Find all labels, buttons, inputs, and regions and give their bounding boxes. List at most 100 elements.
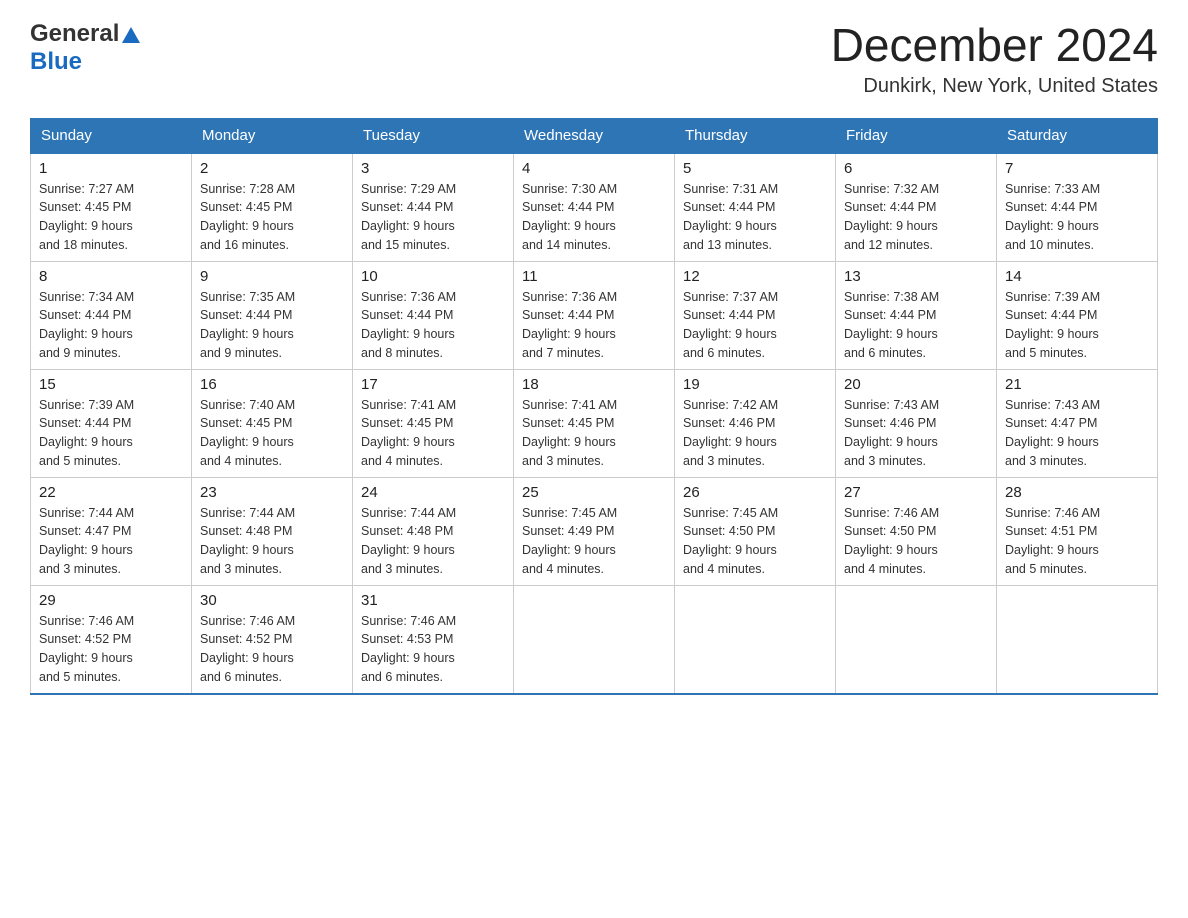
day-info: Sunrise: 7:44 AM Sunset: 4:48 PM Dayligh… bbox=[200, 504, 344, 579]
logo: General Blue bbox=[30, 20, 140, 76]
calendar-day-cell: 13 Sunrise: 7:38 AM Sunset: 4:44 PM Dayl… bbox=[836, 261, 997, 369]
day-number: 24 bbox=[361, 484, 505, 501]
day-info: Sunrise: 7:33 AM Sunset: 4:44 PM Dayligh… bbox=[1005, 180, 1149, 255]
calendar-day-cell bbox=[675, 585, 836, 694]
day-number: 13 bbox=[844, 268, 988, 285]
day-number: 12 bbox=[683, 268, 827, 285]
day-info: Sunrise: 7:36 AM Sunset: 4:44 PM Dayligh… bbox=[522, 288, 666, 363]
day-info: Sunrise: 7:46 AM Sunset: 4:53 PM Dayligh… bbox=[361, 612, 505, 687]
col-monday: Monday bbox=[192, 118, 353, 153]
day-number: 5 bbox=[683, 160, 827, 177]
day-info: Sunrise: 7:45 AM Sunset: 4:49 PM Dayligh… bbox=[522, 504, 666, 579]
day-info: Sunrise: 7:45 AM Sunset: 4:50 PM Dayligh… bbox=[683, 504, 827, 579]
day-number: 22 bbox=[39, 484, 183, 501]
calendar-day-cell: 26 Sunrise: 7:45 AM Sunset: 4:50 PM Dayl… bbox=[675, 477, 836, 585]
calendar-week-row: 15 Sunrise: 7:39 AM Sunset: 4:44 PM Dayl… bbox=[31, 369, 1158, 477]
day-number: 19 bbox=[683, 376, 827, 393]
day-info: Sunrise: 7:31 AM Sunset: 4:44 PM Dayligh… bbox=[683, 180, 827, 255]
calendar-day-cell: 14 Sunrise: 7:39 AM Sunset: 4:44 PM Dayl… bbox=[997, 261, 1158, 369]
day-number: 28 bbox=[1005, 484, 1149, 501]
day-number: 20 bbox=[844, 376, 988, 393]
day-info: Sunrise: 7:43 AM Sunset: 4:46 PM Dayligh… bbox=[844, 396, 988, 471]
day-info: Sunrise: 7:35 AM Sunset: 4:44 PM Dayligh… bbox=[200, 288, 344, 363]
calendar-week-row: 22 Sunrise: 7:44 AM Sunset: 4:47 PM Dayl… bbox=[31, 477, 1158, 585]
day-info: Sunrise: 7:44 AM Sunset: 4:48 PM Dayligh… bbox=[361, 504, 505, 579]
calendar-subtitle: Dunkirk, New York, United States bbox=[831, 75, 1158, 98]
day-info: Sunrise: 7:46 AM Sunset: 4:51 PM Dayligh… bbox=[1005, 504, 1149, 579]
day-number: 1 bbox=[39, 160, 183, 177]
day-number: 10 bbox=[361, 268, 505, 285]
day-info: Sunrise: 7:37 AM Sunset: 4:44 PM Dayligh… bbox=[683, 288, 827, 363]
col-friday: Friday bbox=[836, 118, 997, 153]
calendar-day-cell: 11 Sunrise: 7:36 AM Sunset: 4:44 PM Dayl… bbox=[514, 261, 675, 369]
day-info: Sunrise: 7:46 AM Sunset: 4:52 PM Dayligh… bbox=[200, 612, 344, 687]
day-number: 8 bbox=[39, 268, 183, 285]
day-info: Sunrise: 7:40 AM Sunset: 4:45 PM Dayligh… bbox=[200, 396, 344, 471]
calendar-week-row: 8 Sunrise: 7:34 AM Sunset: 4:44 PM Dayli… bbox=[31, 261, 1158, 369]
calendar-day-cell bbox=[836, 585, 997, 694]
day-info: Sunrise: 7:29 AM Sunset: 4:44 PM Dayligh… bbox=[361, 180, 505, 255]
calendar-day-cell: 21 Sunrise: 7:43 AM Sunset: 4:47 PM Dayl… bbox=[997, 369, 1158, 477]
calendar-day-cell: 24 Sunrise: 7:44 AM Sunset: 4:48 PM Dayl… bbox=[353, 477, 514, 585]
calendar-day-cell: 15 Sunrise: 7:39 AM Sunset: 4:44 PM Dayl… bbox=[31, 369, 192, 477]
logo-blue-text: Blue bbox=[30, 48, 82, 75]
calendar-day-cell: 28 Sunrise: 7:46 AM Sunset: 4:51 PM Dayl… bbox=[997, 477, 1158, 585]
day-number: 26 bbox=[683, 484, 827, 501]
day-info: Sunrise: 7:36 AM Sunset: 4:44 PM Dayligh… bbox=[361, 288, 505, 363]
day-info: Sunrise: 7:42 AM Sunset: 4:46 PM Dayligh… bbox=[683, 396, 827, 471]
day-number: 31 bbox=[361, 592, 505, 609]
col-wednesday: Wednesday bbox=[514, 118, 675, 153]
calendar-day-cell bbox=[514, 585, 675, 694]
calendar-day-cell: 27 Sunrise: 7:46 AM Sunset: 4:50 PM Dayl… bbox=[836, 477, 997, 585]
day-number: 25 bbox=[522, 484, 666, 501]
calendar-day-cell: 9 Sunrise: 7:35 AM Sunset: 4:44 PM Dayli… bbox=[192, 261, 353, 369]
day-info: Sunrise: 7:39 AM Sunset: 4:44 PM Dayligh… bbox=[39, 396, 183, 471]
page-header: General Blue December 2024 Dunkirk, New … bbox=[30, 20, 1158, 98]
calendar-day-cell: 16 Sunrise: 7:40 AM Sunset: 4:45 PM Dayl… bbox=[192, 369, 353, 477]
day-number: 30 bbox=[200, 592, 344, 609]
day-number: 14 bbox=[1005, 268, 1149, 285]
logo-general-text: General bbox=[30, 20, 119, 48]
calendar-day-cell: 17 Sunrise: 7:41 AM Sunset: 4:45 PM Dayl… bbox=[353, 369, 514, 477]
day-number: 18 bbox=[522, 376, 666, 393]
calendar-day-cell: 10 Sunrise: 7:36 AM Sunset: 4:44 PM Dayl… bbox=[353, 261, 514, 369]
col-tuesday: Tuesday bbox=[353, 118, 514, 153]
day-number: 21 bbox=[1005, 376, 1149, 393]
calendar-day-cell bbox=[997, 585, 1158, 694]
day-info: Sunrise: 7:44 AM Sunset: 4:47 PM Dayligh… bbox=[39, 504, 183, 579]
day-number: 15 bbox=[39, 376, 183, 393]
calendar-day-cell: 7 Sunrise: 7:33 AM Sunset: 4:44 PM Dayli… bbox=[997, 153, 1158, 262]
day-info: Sunrise: 7:38 AM Sunset: 4:44 PM Dayligh… bbox=[844, 288, 988, 363]
day-number: 4 bbox=[522, 160, 666, 177]
calendar-table: Sunday Monday Tuesday Wednesday Thursday… bbox=[30, 118, 1158, 695]
calendar-day-cell: 4 Sunrise: 7:30 AM Sunset: 4:44 PM Dayli… bbox=[514, 153, 675, 262]
day-number: 3 bbox=[361, 160, 505, 177]
day-info: Sunrise: 7:46 AM Sunset: 4:50 PM Dayligh… bbox=[844, 504, 988, 579]
day-info: Sunrise: 7:27 AM Sunset: 4:45 PM Dayligh… bbox=[39, 180, 183, 255]
day-number: 6 bbox=[844, 160, 988, 177]
day-number: 9 bbox=[200, 268, 344, 285]
calendar-day-cell: 8 Sunrise: 7:34 AM Sunset: 4:44 PM Dayli… bbox=[31, 261, 192, 369]
calendar-week-row: 1 Sunrise: 7:27 AM Sunset: 4:45 PM Dayli… bbox=[31, 153, 1158, 262]
day-number: 29 bbox=[39, 592, 183, 609]
calendar-day-cell: 2 Sunrise: 7:28 AM Sunset: 4:45 PM Dayli… bbox=[192, 153, 353, 262]
day-number: 17 bbox=[361, 376, 505, 393]
calendar-day-cell: 20 Sunrise: 7:43 AM Sunset: 4:46 PM Dayl… bbox=[836, 369, 997, 477]
day-info: Sunrise: 7:30 AM Sunset: 4:44 PM Dayligh… bbox=[522, 180, 666, 255]
calendar-week-row: 29 Sunrise: 7:46 AM Sunset: 4:52 PM Dayl… bbox=[31, 585, 1158, 694]
calendar-day-cell: 3 Sunrise: 7:29 AM Sunset: 4:44 PM Dayli… bbox=[353, 153, 514, 262]
col-sunday: Sunday bbox=[31, 118, 192, 153]
day-info: Sunrise: 7:28 AM Sunset: 4:45 PM Dayligh… bbox=[200, 180, 344, 255]
day-number: 27 bbox=[844, 484, 988, 501]
calendar-title-area: December 2024 Dunkirk, New York, United … bbox=[831, 20, 1158, 98]
day-info: Sunrise: 7:41 AM Sunset: 4:45 PM Dayligh… bbox=[522, 396, 666, 471]
day-info: Sunrise: 7:39 AM Sunset: 4:44 PM Dayligh… bbox=[1005, 288, 1149, 363]
day-number: 16 bbox=[200, 376, 344, 393]
day-number: 11 bbox=[522, 268, 666, 285]
day-number: 23 bbox=[200, 484, 344, 501]
calendar-day-cell: 12 Sunrise: 7:37 AM Sunset: 4:44 PM Dayl… bbox=[675, 261, 836, 369]
calendar-day-cell: 1 Sunrise: 7:27 AM Sunset: 4:45 PM Dayli… bbox=[31, 153, 192, 262]
calendar-day-cell: 6 Sunrise: 7:32 AM Sunset: 4:44 PM Dayli… bbox=[836, 153, 997, 262]
col-saturday: Saturday bbox=[997, 118, 1158, 153]
day-info: Sunrise: 7:43 AM Sunset: 4:47 PM Dayligh… bbox=[1005, 396, 1149, 471]
